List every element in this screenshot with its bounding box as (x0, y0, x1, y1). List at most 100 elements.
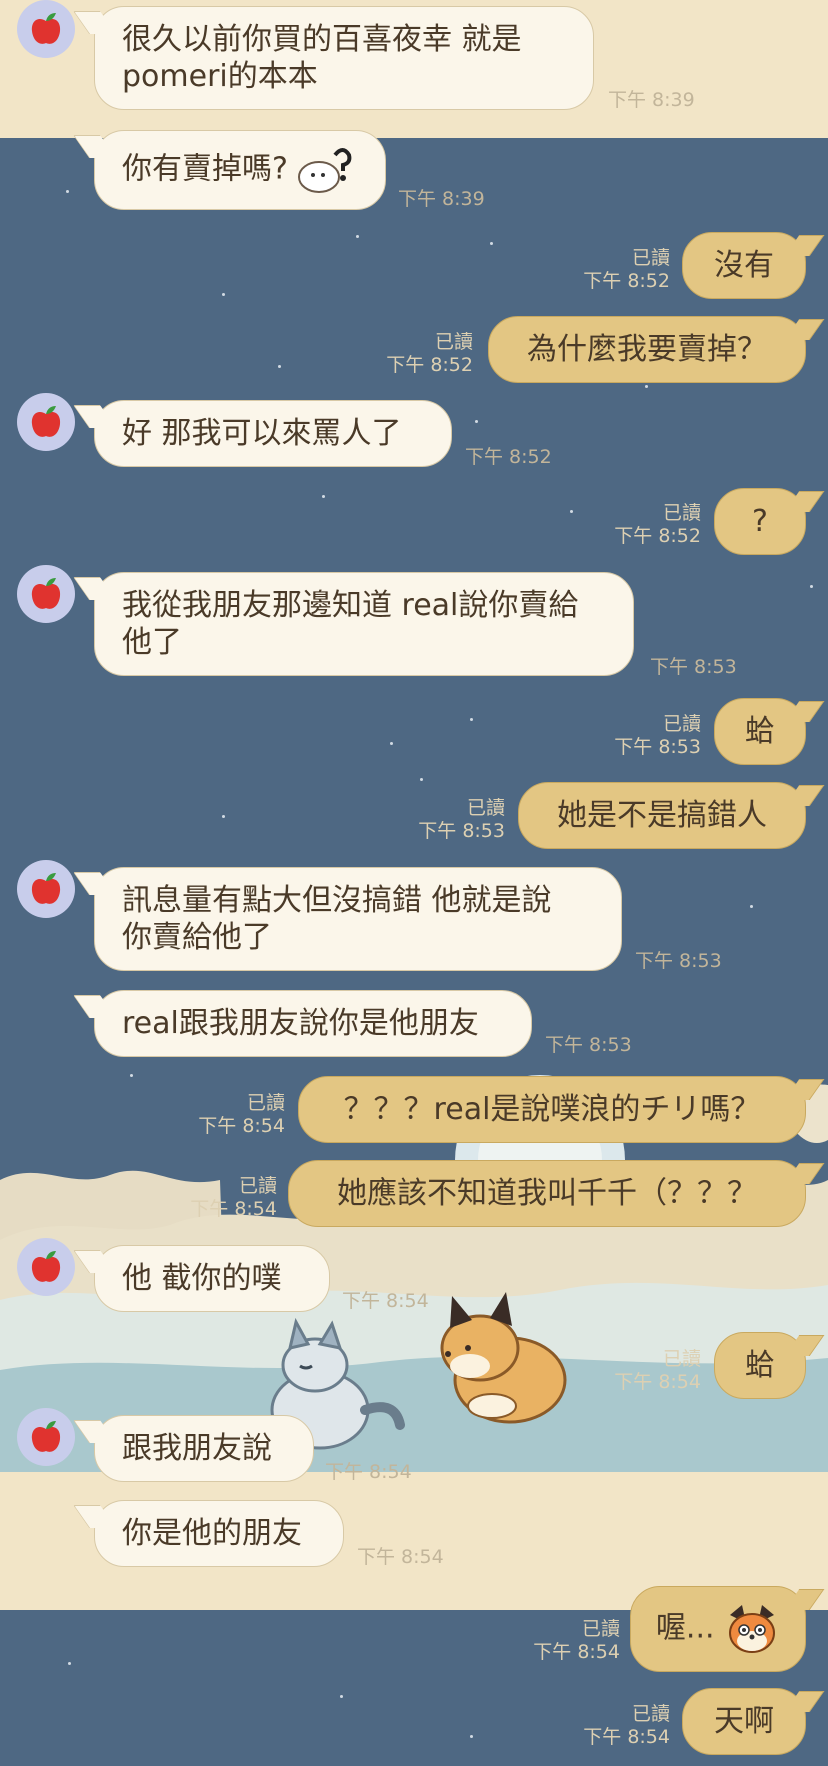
star (322, 495, 325, 498)
outgoing-message[interactable]: 為什麼我要賣掉？ (488, 316, 806, 383)
contact-avatar[interactable] (17, 860, 75, 918)
message-time: 下午 8:54 (533, 1641, 620, 1663)
message-time: 下午 8:54 (325, 1461, 412, 1483)
message-text: 好 那我可以來罵人了 (122, 416, 402, 451)
message-time: 下午 8:54 (190, 1198, 277, 1220)
message-text: 他 截你的噗 (122, 1261, 282, 1296)
star (66, 190, 69, 193)
star (570, 510, 573, 513)
read-label: 已讀 (581, 1618, 620, 1640)
message-text: 我從我朋友那邊知道 real說你賣給 (122, 588, 579, 623)
message-text: 為什麼我要賣掉？ (527, 332, 767, 367)
message-text: 蛤 (745, 1348, 775, 1383)
star (278, 365, 281, 368)
contact-avatar[interactable] (17, 1408, 75, 1466)
incoming-message[interactable]: 很久以前你買的百喜夜幸 就是 pomeri的本本 (94, 6, 594, 110)
message-time: 下午 8:54 (614, 1371, 701, 1393)
message-time: 下午 8:54 (357, 1546, 444, 1568)
read-receipt: 已讀 下午 8:52 (614, 502, 701, 548)
star (222, 293, 225, 296)
read-label: 已讀 (662, 713, 701, 735)
message-time: 下午 8:54 (342, 1290, 429, 1312)
outgoing-message[interactable]: 蛤 (714, 698, 806, 765)
message-text: 她是不是搞錯人 (557, 798, 767, 833)
message-text: 訊息量有點大但沒搞錯 他就是說 (122, 883, 552, 918)
contact-avatar[interactable] (17, 565, 75, 623)
apple-icon (31, 1251, 61, 1282)
message-time: 下午 8:52 (386, 354, 473, 376)
read-receipt: 已讀 下午 8:54 (190, 1175, 277, 1221)
apple-icon (31, 578, 61, 609)
message-text: 他了 (122, 625, 182, 660)
star (750, 905, 753, 908)
contact-avatar[interactable] (17, 1238, 75, 1296)
message-time: 下午 8:53 (650, 656, 737, 678)
message-text: pomeri的本本 (122, 59, 318, 94)
contact-avatar[interactable] (17, 393, 75, 451)
message-time: 下午 8:54 (583, 1726, 670, 1748)
read-receipt: 已讀 下午 8:53 (614, 713, 701, 759)
star (490, 242, 493, 245)
outgoing-message[interactable]: 喔... (630, 1586, 806, 1672)
message-text: real跟我朋友說你是他朋友 (122, 1006, 479, 1041)
star (420, 778, 423, 781)
message-text: 很久以前你買的百喜夜幸 就是 (122, 22, 522, 57)
incoming-message[interactable]: real跟我朋友說你是他朋友 (94, 990, 532, 1057)
message-text: ？？？real是說噗浪的チリ嗎？ (343, 1092, 761, 1127)
fox-sticker (729, 1605, 776, 1653)
message-text: ? (752, 504, 768, 539)
incoming-message[interactable]: 訊息量有點大但沒搞錯 他就是說 你賣給他了 (94, 867, 622, 971)
message-time: 下午 8:52 (465, 446, 552, 468)
outgoing-message[interactable]: ？？？real是說噗浪的チリ嗎？ (298, 1076, 806, 1143)
outgoing-message[interactable]: 她應該不知道我叫千千（？？？ (288, 1160, 806, 1227)
apple-icon (31, 873, 61, 904)
read-receipt: 已讀 下午 8:52 (386, 331, 473, 377)
read-receipt: 已讀 下午 8:53 (418, 797, 505, 843)
outgoing-message[interactable]: 沒有 (682, 232, 806, 299)
star (645, 385, 648, 388)
read-label: 已讀 (631, 247, 670, 269)
read-receipt: 已讀 下午 8:52 (583, 247, 670, 293)
incoming-message[interactable]: 你是他的朋友 (94, 1500, 344, 1567)
message-time: 下午 8:53 (545, 1034, 632, 1056)
incoming-message[interactable]: 好 那我可以來罵人了 (94, 400, 452, 467)
incoming-message[interactable]: 你有賣掉嗎? (94, 130, 386, 210)
message-text: 你是他的朋友 (122, 1516, 302, 1551)
question-cat-sticker (298, 148, 352, 193)
outgoing-message[interactable]: ? (714, 488, 806, 555)
message-time: 下午 8:53 (418, 820, 505, 842)
message-text: 喔... (655, 1610, 715, 1646)
message-text: 她應該不知道我叫千千（？？？ (337, 1176, 757, 1211)
star (340, 1695, 343, 1698)
outgoing-message[interactable]: 她是不是搞錯人 (518, 782, 806, 849)
star (390, 742, 393, 745)
star (810, 585, 813, 588)
message-time: 下午 8:53 (614, 736, 701, 758)
message-text: 跟我朋友說 (122, 1431, 272, 1466)
star (475, 420, 478, 423)
incoming-message[interactable]: 他 截你的噗 (94, 1245, 330, 1312)
outgoing-message[interactable]: 蛤 (714, 1332, 806, 1399)
incoming-message[interactable]: 我從我朋友那邊知道 real說你賣給 他了 (94, 572, 634, 676)
read-label: 已讀 (662, 1348, 701, 1370)
message-time: 下午 8:54 (198, 1115, 285, 1137)
chat-view[interactable]: 很久以前你買的百喜夜幸 就是 pomeri的本本 下午 8:39 你有賣掉嗎? … (0, 0, 828, 1766)
apple-icon (31, 406, 61, 437)
apple-icon (31, 13, 61, 44)
read-receipt: 已讀 下午 8:54 (614, 1348, 701, 1394)
star (68, 1662, 71, 1665)
message-time: 下午 8:39 (398, 188, 485, 210)
message-time: 下午 8:39 (608, 89, 695, 111)
read-receipt: 已讀 下午 8:54 (198, 1092, 285, 1138)
read-receipt: 已讀 下午 8:54 (533, 1618, 620, 1664)
apple-icon (31, 1421, 61, 1452)
message-text: 你賣給他了 (122, 920, 272, 955)
message-text: 你有賣掉嗎? (122, 151, 288, 187)
message-time: 下午 8:52 (614, 525, 701, 547)
incoming-message[interactable]: 跟我朋友說 (94, 1415, 314, 1482)
message-text: 沒有 (714, 248, 774, 283)
star (130, 1074, 133, 1077)
outgoing-message[interactable]: 天啊 (682, 1688, 806, 1755)
contact-avatar[interactable] (17, 0, 75, 58)
star (222, 815, 225, 818)
